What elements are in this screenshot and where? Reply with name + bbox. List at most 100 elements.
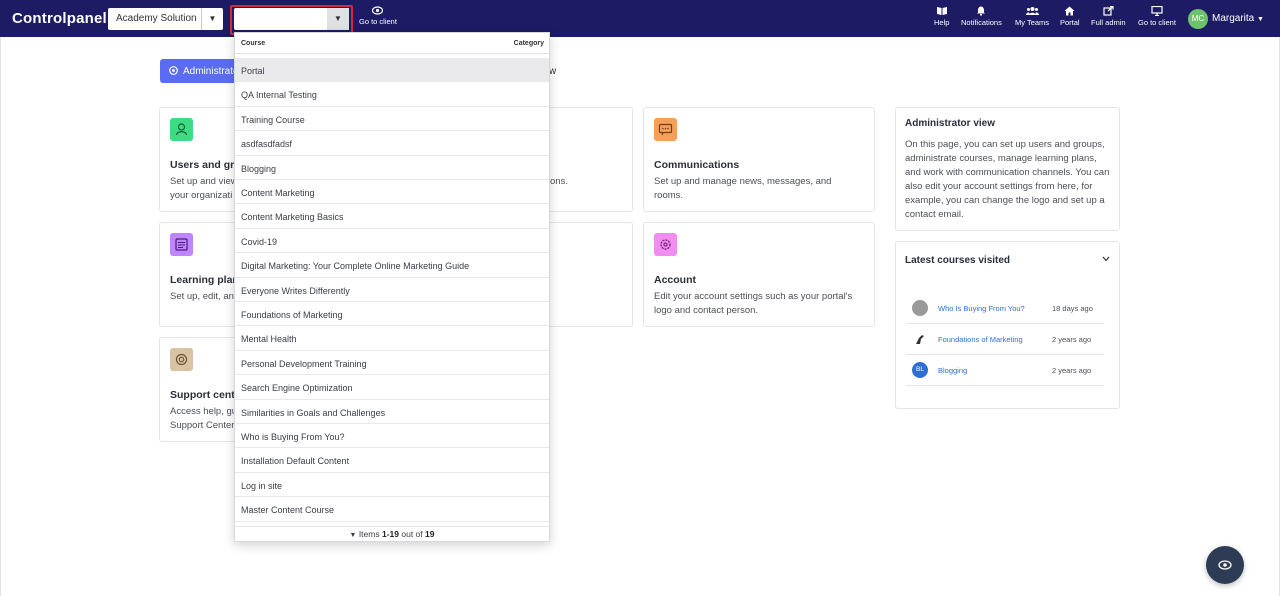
monitor-icon — [1151, 6, 1163, 16]
course-link[interactable]: Foundations of Marketing — [938, 335, 1023, 344]
info-text: On this page, you can set up users and g… — [905, 139, 1110, 220]
visited-time: 2 years ago — [1052, 366, 1092, 375]
go-to-client-link[interactable]: Go to client — [359, 6, 397, 26]
list-item[interactable]: BL Blogging 2 years ago — [906, 355, 1104, 386]
dropdown-option-label: QA Internal Testing — [241, 90, 317, 101]
lifebuoy-icon — [170, 348, 193, 371]
dropdown-option-label: Blogging — [241, 163, 277, 174]
administrator-view-info: Administrator view On this page, you can… — [895, 107, 1120, 231]
chevron-down-icon[interactable] — [1102, 256, 1110, 262]
card-communications[interactable]: Communications Set up and manage news, m… — [643, 107, 875, 212]
external-edit-icon — [1103, 6, 1114, 16]
tab-administrator-view[interactable]: Administrator view — [160, 59, 244, 83]
dropdown-option-label: Who is Buying From You? — [241, 432, 345, 442]
dropdown-option[interactable]: Mental Health — [235, 326, 549, 351]
gear-icon — [169, 66, 178, 75]
preview-fab-button[interactable] — [1206, 546, 1244, 584]
bird-icon — [916, 334, 924, 344]
caret-down-icon: ▼ — [1257, 16, 1264, 23]
course-link[interactable]: Blogging — [938, 366, 967, 375]
dropdown-option[interactable]: Personal Development Training — [235, 351, 549, 376]
go-to-client-right-label: Go to client — [1138, 18, 1176, 27]
users-icon — [1025, 7, 1039, 15]
dropdown-option-label: Mental Health — [241, 334, 297, 345]
user-name: Margarita ▼ — [1212, 13, 1264, 24]
dropdown-option[interactable]: Similarities in Goals and Challenges — [235, 400, 549, 424]
dropdown-option-label: Master Content Course — [241, 505, 335, 516]
avatar: MC — [1188, 9, 1208, 29]
dropdown-option-label: Everyone Writes Differently — [241, 285, 350, 296]
dropdown-footer: ▼ Items 1-19 out of 19 — [235, 526, 549, 542]
dropdown-option[interactable]: Digital Marketing: Your Complete Online … — [235, 253, 549, 278]
dropdown-option[interactable]: Blogging — [235, 156, 549, 180]
dropdown-option[interactable]: asdfasdfadsf — [235, 131, 549, 156]
card-title: Communications — [654, 159, 740, 171]
gear-icon — [654, 233, 677, 256]
column-course: Course — [241, 40, 266, 47]
dropdown-option-label: Covid-19 — [241, 236, 278, 247]
avatar — [912, 300, 928, 316]
brand-logo[interactable]: Controlpanel — [12, 10, 107, 27]
course-dropdown-list[interactable]: Course Category Portal QA Internal Testin… — [234, 32, 550, 542]
chevron-down-icon[interactable]: ▼ — [327, 8, 349, 30]
dropdown-option[interactable]: Foundations of Marketing — [235, 302, 549, 327]
notifications-button[interactable]: Notifications — [961, 6, 1002, 27]
eye-icon — [372, 6, 384, 15]
card-title: Support center — [170, 389, 240, 401]
dropdown-option[interactable]: QA Internal Testing — [235, 82, 549, 107]
caret-down-icon: ▼ — [349, 532, 357, 539]
card-description: Set up and manage news, messages, and ro… — [654, 176, 832, 201]
dropdown-option[interactable]: Who is Buying From You? — [235, 424, 549, 449]
avatar: BL — [912, 362, 928, 378]
avatar — [912, 331, 928, 347]
dropdown-option[interactable]: Search Engine Optimization — [235, 375, 549, 400]
list-item[interactable]: Foundations of Marketing 2 years ago — [906, 324, 1104, 355]
my-teams-button[interactable]: My Teams — [1015, 6, 1049, 27]
tab-administrator-label: Administrator view — [183, 66, 239, 77]
card-description: Access help, gu Support Center — [170, 406, 238, 431]
full-admin-label: Full admin — [1091, 18, 1126, 27]
visited-time: 18 days ago — [1052, 304, 1093, 313]
dropdown-option[interactable]: Master Content Course — [235, 497, 549, 522]
dropdown-option[interactable]: Content Marketing Basics — [235, 204, 549, 229]
dropdown-option-label: Content Marketing Basics — [241, 212, 344, 223]
dropdown-option[interactable]: Log in site — [235, 473, 549, 498]
tab-other-view[interactable]: w — [549, 66, 556, 77]
academy-select-value: Academy Solution — [116, 13, 197, 24]
course-link[interactable]: Who Is Buying From You? — [938, 304, 1025, 313]
notifications-label: Notifications — [961, 18, 1002, 27]
list-item[interactable]: Who Is Buying From You? 18 days ago — [906, 293, 1104, 324]
help-button[interactable]: Help — [934, 6, 949, 27]
dropdown-option-label: Foundations of Marketing — [241, 310, 343, 320]
course-select[interactable]: ▼ — [234, 8, 349, 30]
bell-icon — [977, 6, 986, 16]
dropdown-option[interactable]: Covid-19 — [235, 229, 549, 254]
list-icon — [170, 233, 193, 256]
dropdown-option[interactable]: Training Course — [235, 107, 549, 132]
home-icon — [1064, 6, 1075, 16]
portal-button[interactable]: Portal — [1060, 6, 1080, 27]
go-to-client-label: Go to client — [359, 17, 397, 26]
dropdown-option[interactable]: Content Marketing — [235, 180, 549, 205]
dropdown-option[interactable]: Everyone Writes Differently — [235, 278, 549, 302]
card-description: Edit your account settings such as your … — [654, 291, 853, 316]
dropdown-option-label: Search Engine Optimization — [241, 383, 353, 394]
dropdown-header: Course Category — [235, 33, 549, 54]
go-to-client-right-button[interactable]: Go to client — [1138, 6, 1176, 27]
full-admin-button[interactable]: Full admin — [1091, 6, 1126, 27]
dropdown-option-label: Training Course — [241, 114, 305, 125]
dropdown-option-label: Log in site — [241, 480, 283, 491]
dropdown-option[interactable]: Portal — [235, 58, 549, 83]
card-account[interactable]: Account Edit your account settings such … — [643, 222, 875, 327]
academy-select[interactable]: Academy Solution ▼ — [108, 8, 223, 30]
dropdown-option-label: Personal Development Training — [241, 358, 367, 369]
chat-icon — [654, 118, 677, 141]
dropdown-option[interactable]: Installation Default Content — [235, 448, 549, 473]
latest-courses-panel: Latest courses visited Who Is Buying Fro… — [895, 241, 1120, 409]
dropdown-option-label: Installation Default Content — [241, 456, 350, 467]
dropdown-option-label: Content Marketing — [241, 188, 315, 198]
latest-courses-title: Latest courses visited — [905, 255, 1011, 266]
chevron-down-icon: ▼ — [201, 8, 223, 30]
eye-icon — [1218, 560, 1232, 570]
card-support-center[interactable]: Support center Access help, gu Support Ce… — [159, 337, 240, 442]
